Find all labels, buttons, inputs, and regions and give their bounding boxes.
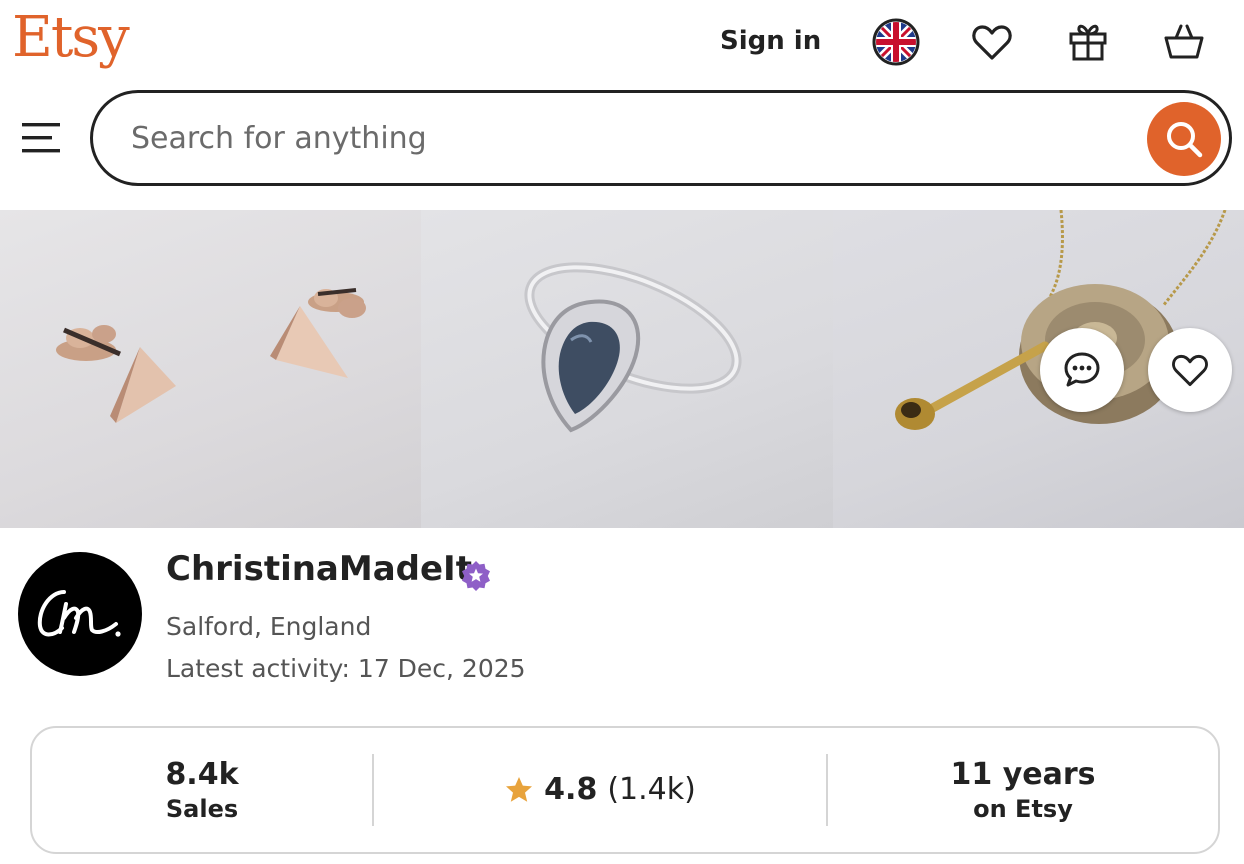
search-bar [90,90,1232,186]
sign-in-link[interactable]: Sign in [720,26,821,56]
rating-value: 4.8 [544,772,598,807]
star-icon [506,777,533,802]
heart-icon[interactable] [968,18,1016,66]
triangle-earrings-photo [0,210,421,528]
teardrop-ring-photo [421,210,833,528]
shop-banner [0,210,1244,528]
shop-stats-card: 8.4k Sales 4.8 (1.4k) 11 years on Etsy [30,726,1220,854]
message-icon [1064,352,1100,387]
rating-stat[interactable]: 4.8 (1.4k) [374,728,826,852]
menu-icon[interactable] [22,120,62,156]
rating-count: (1.4k) [607,772,696,807]
basket-icon[interactable] [1160,18,1208,66]
search-input[interactable] [131,113,1131,163]
favorite-icon [1172,354,1208,386]
sales-label: Sales [165,795,239,823]
favorite-shop-button[interactable] [1148,328,1232,412]
search-icon [1167,122,1203,158]
shop-logo-icon [37,590,121,637]
sales-value: 8.4k [165,757,239,792]
years-value: 11 years [950,757,1096,792]
years-label: on Etsy [973,795,1073,823]
search-button[interactable] [1147,102,1221,176]
sales-stat: 8.4k Sales [32,728,372,852]
star-seller-badge-icon [460,560,492,592]
years-stat: 11 years on Etsy [828,728,1218,852]
shop-avatar[interactable] [18,552,142,676]
gift-icon[interactable] [1064,18,1112,66]
shop-name[interactable]: ChristinaMadeIt [166,548,472,590]
uk-flag-icon[interactable] [872,18,920,66]
message-shop-button[interactable] [1040,328,1124,412]
latest-activity: Latest activity: 17 Dec, 2025 [166,654,526,683]
shop-location: Salford, England [166,612,372,641]
etsy-logo[interactable]: Etsy [12,10,130,66]
